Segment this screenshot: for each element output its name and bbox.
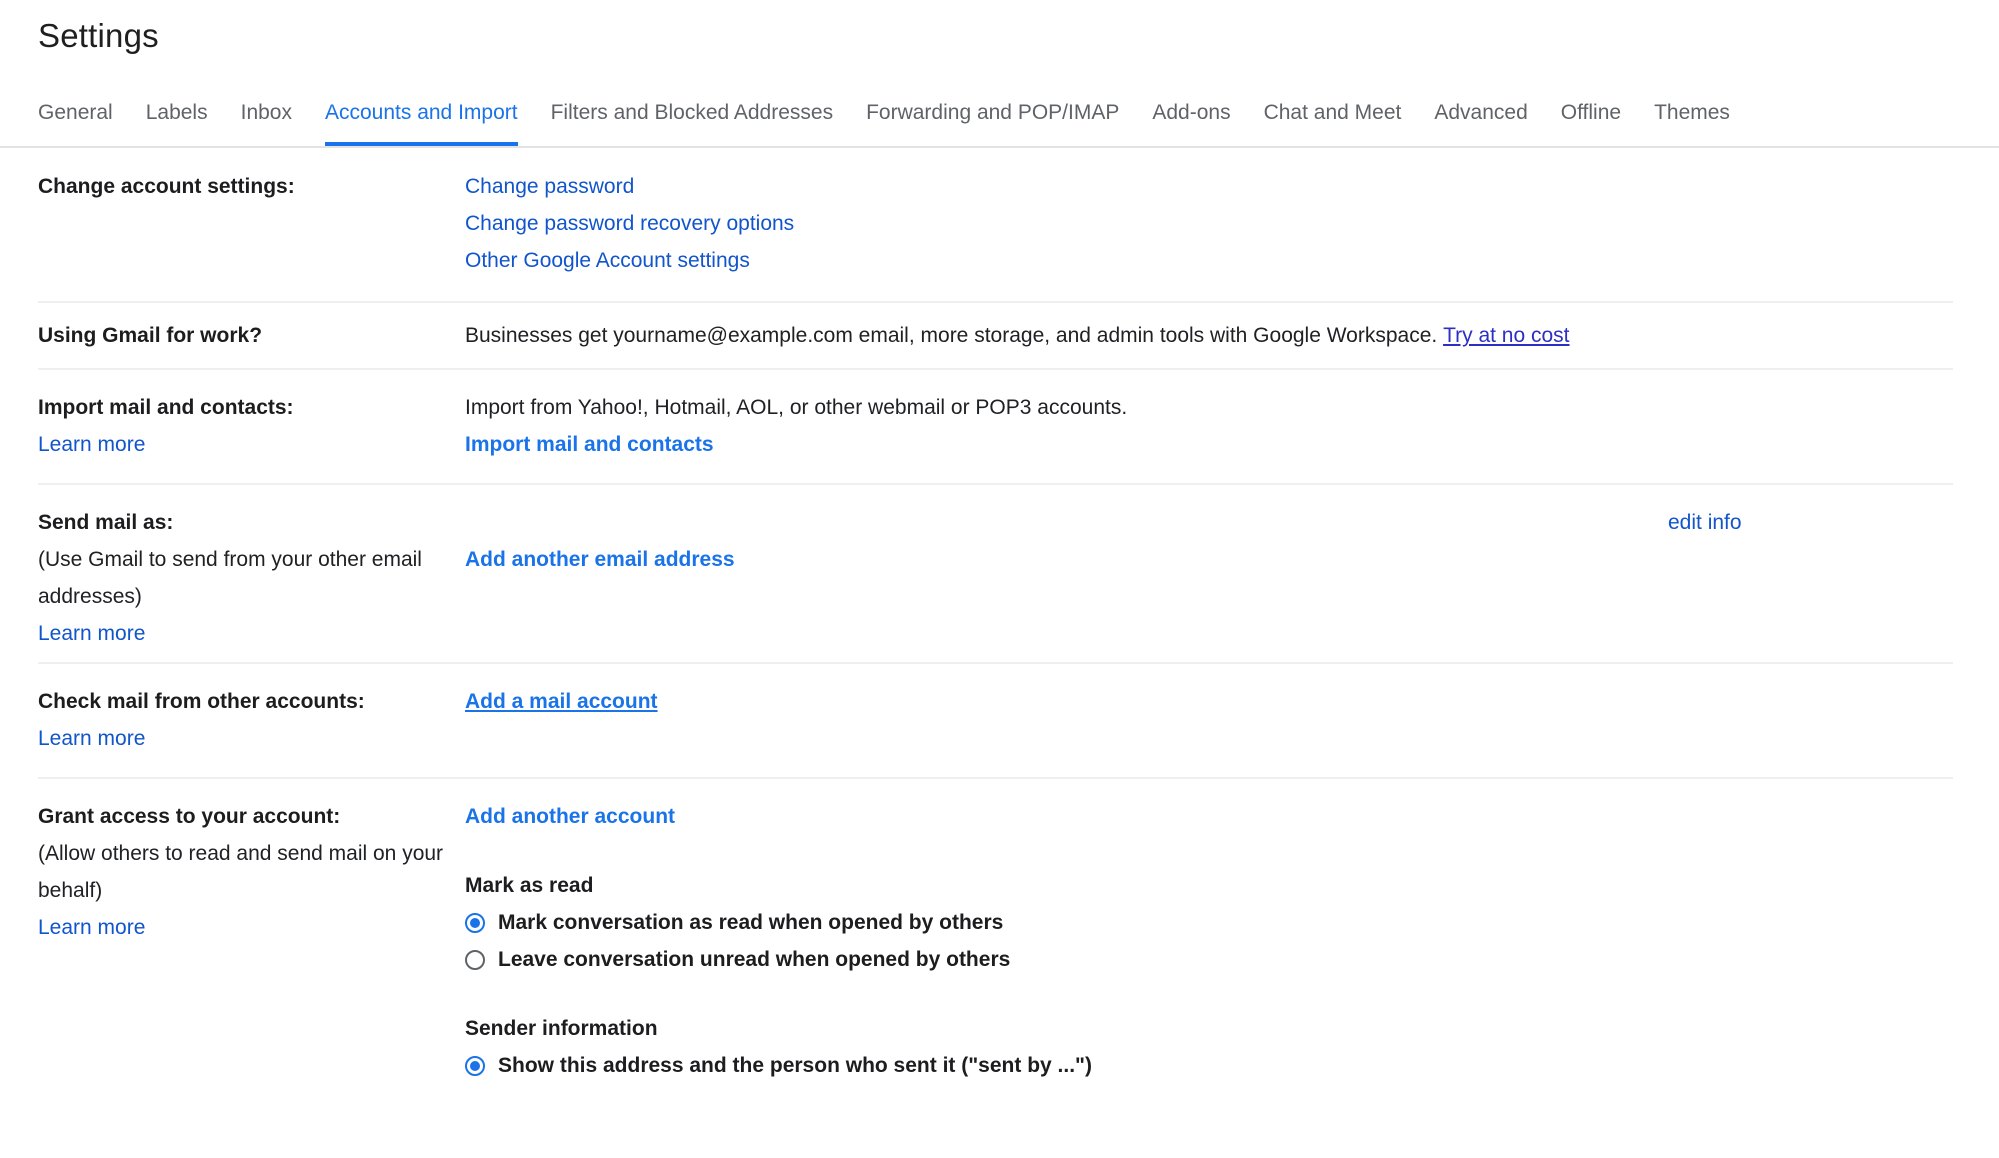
check-mail-from-other-accounts-label: Check mail from other accounts: [38,683,465,720]
row-change-account-settings: Change account settings: Change password… [38,148,1953,303]
import-mail-and-contacts-link[interactable]: Import mail and contacts [465,426,714,463]
add-another-account-link[interactable]: Add another account [465,798,675,835]
tab-add-ons[interactable]: Add-ons [1152,98,1230,146]
tab-themes[interactable]: Themes [1654,98,1730,146]
page-title: Settings [0,14,1999,58]
row-content-cell: Import from Yahoo!, Hotmail, AOL, or oth… [465,389,1668,463]
row-content-cell: Add a mail account [465,683,1668,720]
tab-offline[interactable]: Offline [1561,98,1621,146]
row-right-cell: edit info [1668,504,1953,541]
settings-page: Settings General Labels Inbox Accounts a… [0,0,1999,1084]
learn-more-link[interactable]: Learn more [38,909,465,946]
try-at-no-cost-link[interactable]: Try at no cost [1443,324,1569,347]
workspace-promo-text: Businesses get yourname@example.com emai… [465,324,1443,347]
radio-option-leave-unread[interactable]: Leave conversation unread when opened by… [465,941,1668,978]
import-mail-and-contacts-label: Import mail and contacts: [38,389,465,426]
row-content-cell: Change password Change password recovery… [465,168,1668,279]
row-label-cell: Check mail from other accounts: Learn mo… [38,683,465,757]
row-label-cell: Change account settings: [38,168,465,205]
send-mail-as-label: Send mail as: [38,504,465,541]
change-password-recovery-options-link[interactable]: Change password recovery options [465,205,1668,242]
row-label-cell: Send mail as: (Use Gmail to send from yo… [38,504,465,652]
row-import-mail-and-contacts: Import mail and contacts: Learn more Imp… [38,370,1953,485]
row-check-mail-from-other-accounts: Check mail from other accounts: Learn mo… [38,664,1953,779]
radio-button[interactable] [465,1056,485,1076]
radio-option-label: Show this address and the person who sen… [498,1047,1092,1084]
row-grant-access-to-your-account: Grant access to your account: (Allow oth… [38,779,1953,1084]
radio-option-label: Mark conversation as read when opened by… [498,904,1003,941]
row-content-cell: Add another email address [465,504,1668,578]
edit-info-link[interactable]: edit info [1668,504,1742,541]
row-using-gmail-for-work: Using Gmail for work? Businesses get you… [38,303,1953,370]
learn-more-link[interactable]: Learn more [38,720,465,757]
tab-filters-and-blocked-addresses[interactable]: Filters and Blocked Addresses [551,98,833,146]
change-password-link[interactable]: Change password [465,168,1668,205]
other-google-account-settings-link[interactable]: Other Google Account settings [465,242,1668,279]
radio-option-mark-as-read[interactable]: Mark conversation as read when opened by… [465,904,1668,941]
change-account-settings-label: Change account settings: [38,175,295,198]
row-label-cell: Import mail and contacts: Learn more [38,389,465,463]
add-a-mail-account-link[interactable]: Add a mail account [465,683,658,720]
row-content-cell: Add another account Mark as read Mark co… [465,798,1668,1084]
grant-access-label: Grant access to your account: [38,798,465,835]
tab-forwarding-and-pop-imap[interactable]: Forwarding and POP/IMAP [866,98,1119,146]
tab-general[interactable]: General [38,98,113,146]
row-send-mail-as: Send mail as: (Use Gmail to send from yo… [38,485,1953,664]
tab-advanced[interactable]: Advanced [1434,98,1527,146]
grant-access-description: (Allow others to read and send mail on y… [38,835,465,909]
mark-as-read-heading: Mark as read [465,867,1668,904]
tab-chat-and-meet[interactable]: Chat and Meet [1264,98,1402,146]
row-label-cell: Using Gmail for work? [38,317,465,354]
add-another-email-address-link[interactable]: Add another email address [465,541,735,578]
sender-information-heading: Sender information [465,1010,1668,1047]
tab-labels[interactable]: Labels [146,98,208,146]
tab-inbox[interactable]: Inbox [241,98,292,146]
import-description-text: Import from Yahoo!, Hotmail, AOL, or oth… [465,389,1668,426]
learn-more-link[interactable]: Learn more [38,426,465,463]
send-mail-as-description: (Use Gmail to send from your other email… [38,541,465,615]
tab-accounts-and-import[interactable]: Accounts and Import [325,98,518,146]
row-label-cell: Grant access to your account: (Allow oth… [38,798,465,946]
radio-button[interactable] [465,950,485,970]
settings-tabs: General Labels Inbox Accounts and Import… [0,98,1930,146]
radio-option-label: Leave conversation unread when opened by… [498,941,1010,978]
radio-option-show-address-and-sender[interactable]: Show this address and the person who sen… [465,1047,1668,1084]
row-content-cell: Businesses get yourname@example.com emai… [465,317,1668,354]
learn-more-link[interactable]: Learn more [38,615,465,652]
using-gmail-for-work-label: Using Gmail for work? [38,324,262,347]
radio-button[interactable] [465,913,485,933]
